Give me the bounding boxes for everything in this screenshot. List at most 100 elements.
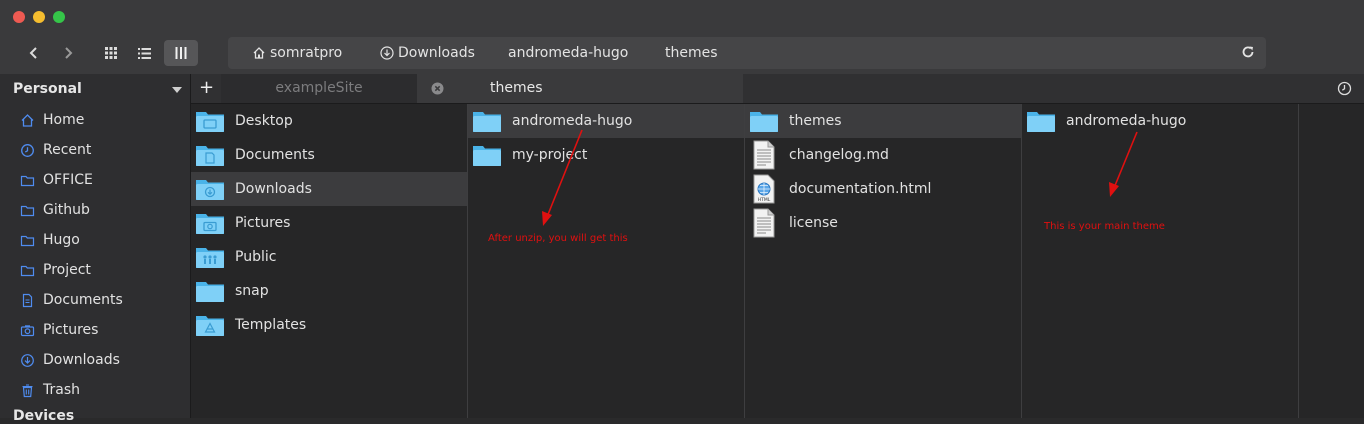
tab-bar: + exampleSite themes [191,74,1364,104]
folder-icon [20,265,35,276]
breadcrumb-themes[interactable]: themes [665,37,718,69]
folder-desktop-icon [196,112,224,132]
folder-people-icon [196,248,224,268]
column-view-button[interactable] [164,40,198,66]
close-tab-icon[interactable] [431,82,444,95]
sidebar-item-office[interactable]: OFFICE [20,169,93,191]
list-item-license[interactable]: license [745,206,1021,240]
list-item-pictures[interactable]: Pictures [191,206,467,240]
item-label: Pictures [235,215,291,231]
list-item-desktop[interactable]: Desktop [191,104,467,138]
sidebar-section-devices[interactable]: Devices [13,408,74,424]
html-file-icon: HTML [753,174,775,204]
sidebar-item-recent[interactable]: Recent [20,139,91,161]
minimize-window-button[interactable] [33,11,45,23]
chevron-left-icon [29,47,37,59]
list-item-changelog[interactable]: changelog.md [745,138,1021,172]
trash-icon [22,383,33,397]
grid-view-button[interactable] [98,40,124,66]
breadcrumb-andromeda-hugo[interactable]: andromeda-hugo [508,37,628,69]
sidebar-item-label: OFFICE [43,172,93,188]
sidebar-section-personal[interactable]: Personal [13,81,82,97]
list-item-themes[interactable]: themes [745,104,1021,138]
folder-template-icon [196,316,224,336]
reload-icon[interactable] [1240,44,1256,60]
new-tab-button[interactable]: + [199,74,214,103]
column-1: Desktop Documents Downloads Pictures Pub… [191,104,468,418]
tab-label: exampleSite [275,80,363,96]
item-label: license [789,215,838,231]
maximize-window-button[interactable] [53,11,65,23]
tab-examplesite[interactable]: exampleSite [221,74,417,103]
forward-button[interactable] [56,40,80,66]
folder-icon [20,205,35,216]
breadcrumb-downloads[interactable]: Downloads [380,37,475,69]
breadcrumb-label: somratpro [270,45,343,61]
grid-view-icon [105,47,117,59]
item-label: Templates [235,317,307,333]
column-2: andromeda-hugo my-project After unzip, y… [468,104,745,418]
item-label: documentation.html [789,181,932,197]
item-label: changelog.md [789,147,889,163]
chevron-down-icon[interactable] [172,87,182,93]
annotation-main-theme: This is your main theme [1044,221,1165,232]
tab-themes[interactable]: themes [417,74,743,103]
breadcrumb-label: Downloads [398,45,475,61]
list-item-documents[interactable]: Documents [191,138,467,172]
sidebar-item-trash[interactable]: Trash [20,379,80,401]
folder-icon [196,282,224,302]
folder-download-icon [196,180,224,200]
annotation-after-unzip: After unzip, you will get this [488,233,628,244]
folder-icon [20,235,35,246]
sidebar-item-github[interactable]: Github [20,199,90,221]
list-view-icon [137,47,151,59]
breadcrumb-home[interactable]: somratpro [252,37,342,69]
sidebar-item-label: Project [43,262,91,278]
back-button[interactable] [22,40,46,66]
camera-icon [20,324,35,336]
list-item-public[interactable]: Public [191,240,467,274]
column-3: themes changelog.md HTML documentation.h… [745,104,1022,418]
column-4: andromeda-hugo This is your main theme [1022,104,1299,418]
sidebar-item-documents[interactable]: Documents [20,289,123,311]
sidebar-item-hugo[interactable]: Hugo [20,229,80,251]
sidebar-item-project[interactable]: Project [20,259,91,281]
item-label: my-project [512,147,588,163]
list-item-snap[interactable]: snap [191,274,467,308]
sidebar-item-downloads[interactable]: Downloads [20,349,120,371]
text-file-icon [753,140,775,170]
breadcrumb-label: themes [665,45,718,61]
sidebar-item-label: Github [43,202,90,218]
sidebar-item-label: Trash [43,382,80,398]
folder-camera-icon [196,214,224,234]
sidebar-item-label: Hugo [43,232,80,248]
chevron-right-icon [65,47,73,59]
list-item-templates[interactable]: Templates [191,308,467,342]
title-bar [0,0,1364,34]
folder-icon [473,146,501,166]
item-label: snap [235,283,269,299]
sidebar-item-label: Home [43,112,85,128]
breadcrumb-label: andromeda-hugo [508,45,629,61]
path-bar[interactable]: somratpro Downloads andromeda-hugo theme… [228,37,1266,69]
text-file-icon [753,208,775,238]
folder-icon [750,112,778,132]
history-icon[interactable] [1337,81,1352,96]
sidebar-item-home[interactable]: Home [20,109,84,131]
sidebar: Personal Home Recent OFFICE Github Hugo … [0,74,191,424]
home-icon [21,113,34,127]
list-view-button[interactable] [131,40,157,66]
list-item-andromeda-hugo-theme[interactable]: andromeda-hugo [1022,104,1298,138]
sidebar-item-pictures[interactable]: Pictures [20,319,98,341]
item-label: andromeda-hugo [512,113,633,129]
close-window-button[interactable] [13,11,25,23]
clock-icon [21,143,34,157]
item-label: Public [235,249,277,265]
list-item-my-project[interactable]: my-project [468,138,744,172]
list-item-documentation-html[interactable]: HTML documentation.html [745,172,1021,206]
list-item-andromeda-hugo[interactable]: andromeda-hugo [468,104,744,138]
sidebar-item-label: Recent [43,142,92,158]
list-item-downloads[interactable]: Downloads [191,172,467,206]
download-icon [21,353,34,367]
home-icon [253,47,265,59]
